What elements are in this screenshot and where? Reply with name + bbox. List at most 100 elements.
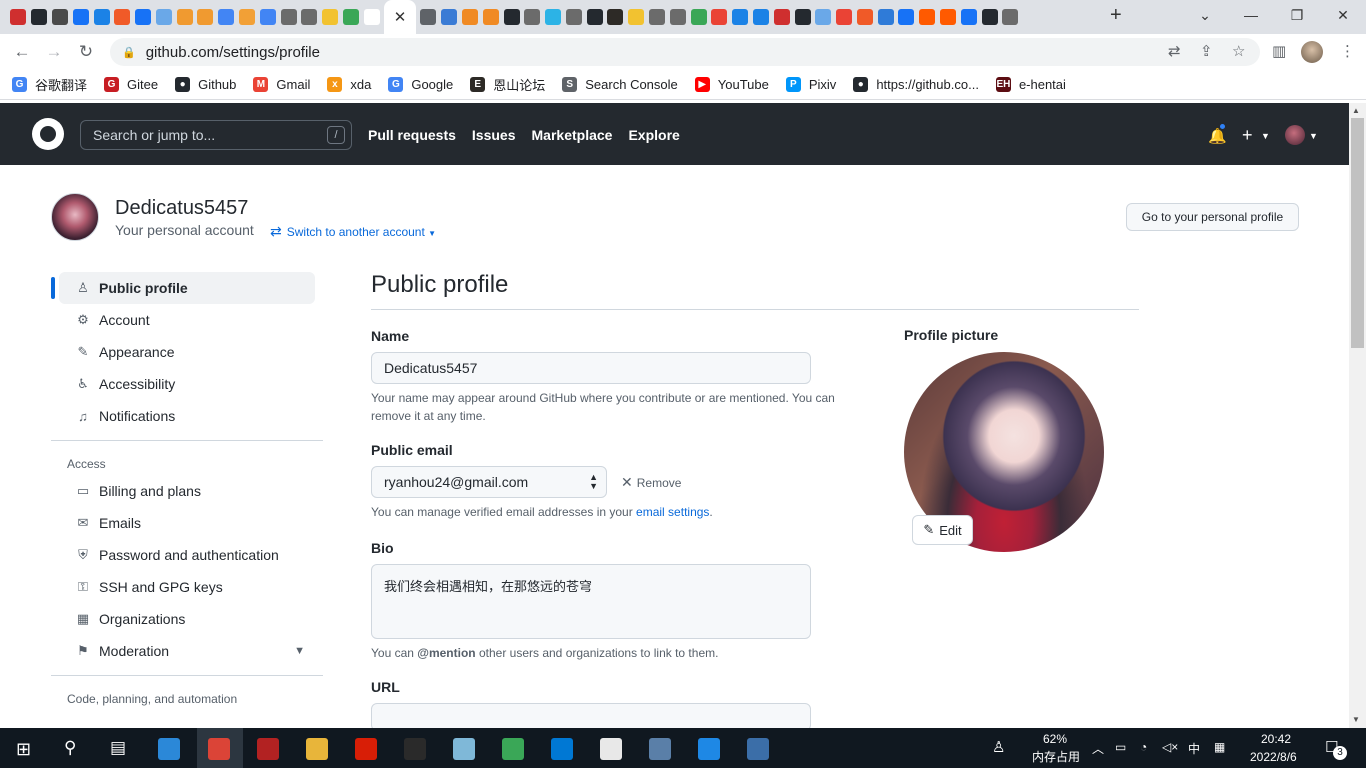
tab-favicon-icon[interactable] (836, 9, 853, 25)
nav-marketplace[interactable]: Marketplace (532, 127, 613, 143)
tab-favicon-icon[interactable] (856, 9, 873, 25)
tab-favicon-icon[interactable] (197, 9, 214, 25)
tab-favicon-icon[interactable] (815, 9, 832, 25)
chevron-down-icon[interactable]: ▼ (294, 645, 305, 657)
translate-icon[interactable]: ⇄ (1168, 42, 1181, 60)
tab-favicon-icon[interactable] (238, 9, 255, 25)
tab-favicon-icon[interactable] (877, 9, 894, 25)
tab-favicon-icon[interactable] (259, 9, 276, 25)
tab-favicon-icon[interactable] (690, 9, 707, 25)
keyboard-icon[interactable]: ▦ (1214, 740, 1225, 754)
bookmark-item[interactable]: G Gitee (104, 77, 158, 92)
sidebar-item-ssh-keys[interactable]: ⚿ SSH and GPG keys (59, 571, 315, 603)
github-logo-icon[interactable] (32, 118, 64, 150)
tab-favicon-icon[interactable] (114, 9, 131, 25)
tab-favicon-icon[interactable] (420, 9, 437, 25)
bookmark-item[interactable]: S Search Console (562, 77, 678, 92)
minimize-button[interactable]: — (1228, 0, 1274, 30)
taskbar-app-icon[interactable] (600, 738, 622, 760)
tab-favicon-icon[interactable] (794, 9, 811, 25)
bookmark-item[interactable]: ▶ YouTube (694, 77, 769, 92)
bookmark-star-icon[interactable]: ☆ (1232, 42, 1245, 60)
ime-indicator[interactable]: 中 (1188, 740, 1200, 757)
tab-favicon-icon[interactable] (72, 9, 89, 25)
user-menu-avatar[interactable] (1285, 125, 1305, 145)
tab-favicon-icon[interactable] (363, 9, 380, 25)
bookmark-item[interactable]: EH e-hentai (995, 77, 1066, 92)
edit-picture-button[interactable]: ✎ Edit (912, 515, 973, 545)
taskbar-app-icon[interactable] (355, 738, 377, 760)
window-close-button[interactable]: ✕ (1320, 0, 1366, 30)
tab-favicon-icon[interactable] (732, 9, 749, 25)
tab-favicon-icon[interactable] (93, 9, 110, 25)
tab-favicon-icon[interactable] (628, 9, 645, 25)
taskbar-app-icon[interactable] (158, 738, 180, 760)
url-input[interactable] (371, 703, 811, 731)
scrollbar-thumb[interactable] (1351, 118, 1364, 348)
tab-favicon-icon[interactable] (981, 9, 998, 25)
tab-favicon-icon[interactable] (586, 9, 603, 25)
sidebar-item-public-profile[interactable]: ♙ Public profile (51, 272, 315, 304)
tab-favicon-icon[interactable] (649, 9, 666, 25)
tab-favicon-icon[interactable] (31, 9, 48, 25)
github-search-input[interactable]: Search or jump to... / (80, 120, 352, 150)
tab-favicon-icon[interactable] (10, 9, 27, 25)
taskbar-app-icon[interactable] (453, 738, 475, 760)
reload-button[interactable]: ↻ (74, 40, 98, 64)
tab-search-icon[interactable]: ⌄ (1182, 0, 1228, 30)
tab-favicon-icon[interactable] (503, 9, 520, 25)
switch-account-link[interactable]: ⇄ Switch to another account ▼ (270, 223, 436, 240)
nav-pull-requests[interactable]: Pull requests (368, 127, 456, 143)
people-icon[interactable]: ♙ (992, 738, 1005, 756)
volume-icon[interactable]: ◁× (1162, 740, 1178, 754)
tab-favicon-icon[interactable] (51, 9, 68, 25)
taskbar-app-icon[interactable] (306, 738, 328, 760)
bookmark-item[interactable]: ● Github (175, 77, 236, 92)
sidebar-item-moderation[interactable]: ⚑ Moderation ▼ (59, 635, 315, 667)
tab-favicon-icon[interactable] (301, 9, 318, 25)
bookmark-item[interactable]: P Pixiv (785, 77, 836, 92)
scroll-down-icon[interactable]: ▼ (1352, 715, 1360, 724)
sidebar-item-emails[interactable]: ✉ Emails (59, 507, 315, 539)
tab-favicon-icon[interactable] (176, 9, 193, 25)
chrome-profile-avatar[interactable] (1301, 41, 1323, 63)
clock-time[interactable]: 20:42 (1261, 732, 1291, 746)
taskbar-app-icon[interactable] (747, 738, 769, 760)
taskbar-app-icon[interactable] (551, 738, 573, 760)
sidebar-item-appearance[interactable]: ✎ Appearance (59, 336, 315, 368)
taskbar-app-icon[interactable] (698, 738, 720, 760)
bookmark-item[interactable]: ● https://github.co... (853, 77, 979, 92)
bookmark-item[interactable]: G Google (388, 77, 453, 92)
side-panel-icon[interactable]: ▥ (1272, 42, 1286, 60)
tab-favicon-icon[interactable] (752, 9, 769, 25)
tab-favicon-icon[interactable] (155, 9, 172, 25)
go-to-profile-button[interactable]: Go to your personal profile (1126, 203, 1299, 231)
taskbar-app-icon[interactable] (208, 738, 230, 760)
tab-favicon-icon[interactable] (939, 9, 956, 25)
share-icon[interactable]: ⇪ (1200, 42, 1213, 60)
bookmark-item[interactable]: E 恩山论坛 (470, 75, 545, 94)
scroll-up-icon[interactable]: ▲ (1352, 106, 1360, 115)
active-tab-close-icon[interactable]: ✕ (384, 0, 417, 34)
taskbar-app-icon[interactable] (257, 738, 279, 760)
wifi-icon[interactable]: ◔ (1140, 740, 1147, 754)
maximize-button[interactable]: ❐ (1274, 0, 1320, 30)
sidebar-item-password[interactable]: ⛨ Password and authentication (59, 539, 315, 571)
tab-favicon-icon[interactable] (545, 9, 562, 25)
tab-favicon-icon[interactable] (898, 9, 915, 25)
account-avatar[interactable] (51, 193, 99, 241)
sidebar-item-notifications[interactable]: ♫ Notifications (59, 400, 315, 432)
tab-favicon-icon[interactable] (669, 9, 686, 25)
tab-favicon-icon[interactable] (322, 9, 339, 25)
tab-favicon-icon[interactable] (773, 9, 790, 25)
tab-favicon-icon[interactable] (482, 9, 499, 25)
bio-textarea[interactable]: 我们终会相遇相知，在那悠远的苍穹 (371, 564, 811, 639)
clock-date[interactable]: 2022/8/6 (1250, 750, 1297, 764)
tab-favicon-icon[interactable] (342, 9, 359, 25)
taskbar-app-icon[interactable] (404, 738, 426, 760)
email-settings-link[interactable]: email settings (636, 505, 709, 519)
tab-favicon-icon[interactable] (524, 9, 541, 25)
public-email-select[interactable]: ryanhou24@gmail.com ▲ ▼ (371, 466, 607, 498)
bookmark-item[interactable]: G 谷歌翻译 (12, 75, 87, 94)
tab-favicon-icon[interactable] (711, 9, 728, 25)
